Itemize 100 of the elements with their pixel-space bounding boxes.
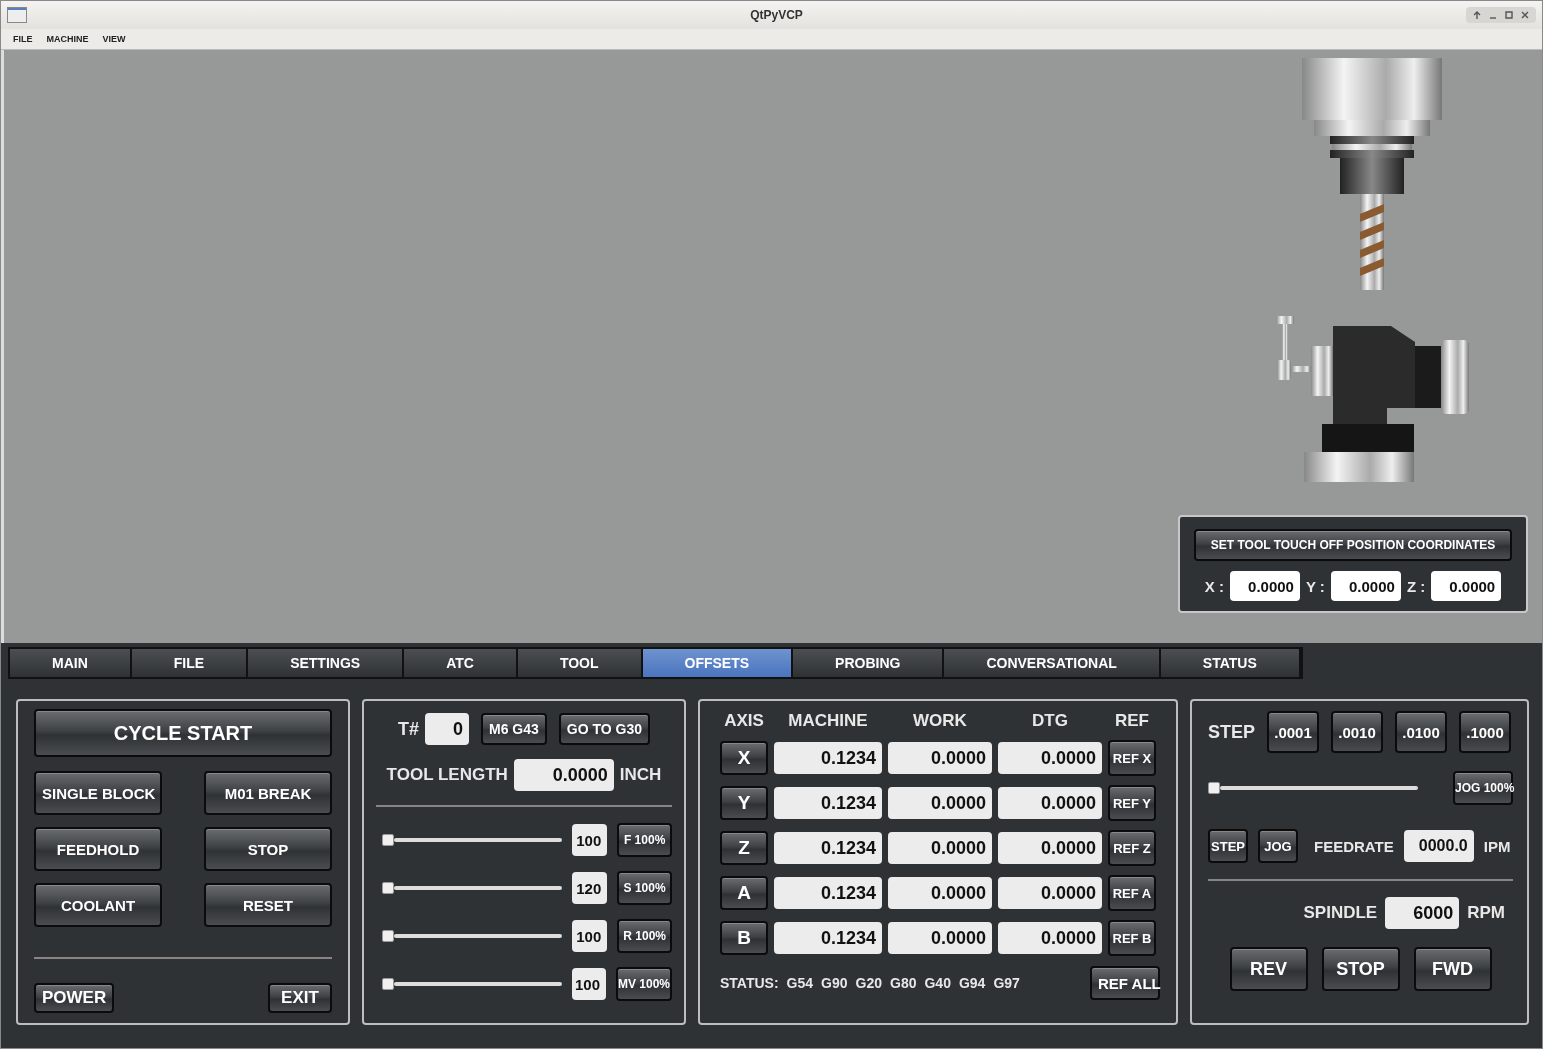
tab[interactable]: MAIN [10, 649, 132, 677]
jog-rate-button[interactable]: JOG 100% [1453, 771, 1513, 805]
work-position: 0.0000 [888, 832, 992, 864]
override-button[interactable]: F 100% [617, 823, 672, 857]
spindle-speed-field[interactable]: 6000 [1385, 897, 1460, 929]
machine-position: 0.1234 [774, 922, 882, 954]
control-button[interactable]: FEEDHOLD [34, 827, 162, 871]
column-header: REF [1115, 711, 1149, 731]
column-header: WORK [913, 711, 967, 731]
gcode-status: G20 [855, 975, 882, 991]
increment-button[interactable]: .0100 [1395, 711, 1447, 753]
feedrate-field[interactable]: 0000.0 [1403, 830, 1474, 862]
gcode-status: G54 [786, 975, 814, 991]
control-button[interactable]: COOLANT [34, 883, 162, 927]
axis-label: Z : [1406, 577, 1426, 595]
ref-button[interactable]: REF B [1108, 920, 1156, 956]
axis-button[interactable]: A [720, 876, 768, 910]
tool-length-label: TOOL LENGTH [386, 765, 508, 785]
work-position: 0.0000 [888, 787, 992, 819]
tool-button[interactable]: M6 G43 [481, 713, 547, 745]
coordinate-field[interactable]: 0.0000 [1431, 571, 1502, 601]
machine-position: 0.1234 [774, 832, 882, 864]
tab[interactable]: PROBING [793, 649, 945, 677]
menu-item[interactable]: MACHINE [46, 34, 89, 44]
status-label: STATUS: [720, 975, 779, 991]
gcode-status: G80 [890, 975, 917, 991]
axis-button[interactable]: Z [720, 831, 768, 865]
slider-handle[interactable] [382, 978, 394, 990]
gcode-status: G40 [924, 975, 951, 991]
column-header: MACHINE [788, 711, 868, 731]
unit-label: IPM [1483, 837, 1511, 855]
spindle-button[interactable]: STOP [1321, 947, 1400, 991]
tab[interactable]: STATUS [1160, 649, 1301, 677]
spindle-button[interactable]: FWD [1413, 947, 1492, 991]
override-button[interactable]: MV 100% [616, 967, 672, 1001]
distance-to-go: 0.0000 [998, 787, 1102, 819]
axis-button[interactable]: B [720, 921, 768, 955]
tab[interactable]: SETTINGS [248, 649, 405, 677]
slider-handle[interactable] [382, 834, 394, 846]
increment-button[interactable]: .0010 [1331, 711, 1383, 753]
gcode-status: G90 [821, 975, 848, 991]
override-button[interactable]: S 100% [617, 871, 672, 905]
ref-button[interactable]: REF Y [1108, 785, 1156, 821]
jog-mode-button[interactable]: JOG [1258, 829, 1298, 863]
ref-button[interactable]: REF A [1108, 875, 1156, 911]
distance-to-go: 0.0000 [998, 877, 1102, 909]
work-position: 0.0000 [888, 922, 992, 954]
slider-handle[interactable] [382, 882, 394, 894]
tab[interactable]: CONVERSATIONAL [944, 649, 1161, 677]
power-button[interactable]: POWER [34, 983, 115, 1013]
distance-to-go: 0.0000 [998, 922, 1102, 954]
tool-length-field[interactable]: 0.0000 [513, 759, 614, 791]
window-title: QtPyVCP [749, 8, 804, 22]
axis-label: X : [1204, 577, 1224, 595]
control-button[interactable]: M01 BREAK [204, 771, 332, 815]
axis-button[interactable]: X [720, 741, 768, 775]
tool-number-field[interactable]: 0 [425, 713, 469, 745]
slider-handle[interactable] [382, 930, 394, 942]
tab[interactable]: TOOL [517, 649, 643, 677]
column-header: AXIS [724, 711, 764, 731]
machine-position: 0.1234 [774, 742, 882, 774]
ref-button[interactable]: REF X [1108, 740, 1156, 776]
ref-all-button[interactable]: REF ALL [1090, 966, 1160, 1000]
unit-label: RPM [1467, 903, 1505, 923]
override-value: 120 [572, 872, 608, 904]
tab[interactable]: ATC [404, 649, 518, 677]
axis-button[interactable]: Y [720, 786, 768, 820]
spindle-button[interactable]: REV [1229, 947, 1308, 991]
set-touch-off-button[interactable]: SET TOOL TOUCH OFF POSITION COORDINATES [1194, 529, 1512, 561]
tab[interactable]: FILE [131, 649, 249, 677]
override-button[interactable]: R 100% [617, 919, 672, 953]
step-label: STEP [1208, 721, 1255, 743]
cycle-start-button[interactable]: CYCLE START [34, 709, 332, 757]
spindle-label: SPINDLE [1303, 903, 1378, 923]
control-button[interactable]: RESET [204, 883, 332, 927]
menu-item[interactable]: FILE [13, 34, 33, 44]
jog-mode-button[interactable]: STEP [1208, 829, 1248, 863]
menu-item[interactable]: VIEW [102, 34, 126, 44]
control-button[interactable]: SINGLE BLOCK [34, 771, 162, 815]
up-arrow-icon[interactable] [1472, 10, 1482, 20]
gcode-status: G94 [958, 975, 986, 991]
override-value: 100 [572, 824, 608, 856]
tab[interactable]: OFFSETS [642, 649, 794, 677]
tool-button[interactable]: GO TO G30 [558, 713, 650, 745]
slider-handle[interactable] [1208, 782, 1220, 794]
exit-button[interactable]: EXIT [268, 983, 332, 1013]
coordinate-field[interactable]: 0.0000 [1330, 571, 1401, 601]
close-icon[interactable] [1520, 10, 1530, 20]
maximize-icon[interactable] [1504, 10, 1514, 20]
unit-label: INCH [619, 765, 662, 785]
override-value: 100 [572, 920, 608, 952]
coordinate-field[interactable]: 0.0000 [1229, 571, 1300, 601]
control-button[interactable]: STOP [204, 827, 332, 871]
distance-to-go: 0.0000 [998, 832, 1102, 864]
work-position: 0.0000 [888, 877, 992, 909]
increment-button[interactable]: .0001 [1267, 711, 1319, 753]
axis-label: Y : [1305, 577, 1325, 595]
increment-button[interactable]: .1000 [1459, 711, 1511, 753]
column-header: DTG [1032, 711, 1068, 731]
ref-button[interactable]: REF Z [1108, 830, 1156, 866]
